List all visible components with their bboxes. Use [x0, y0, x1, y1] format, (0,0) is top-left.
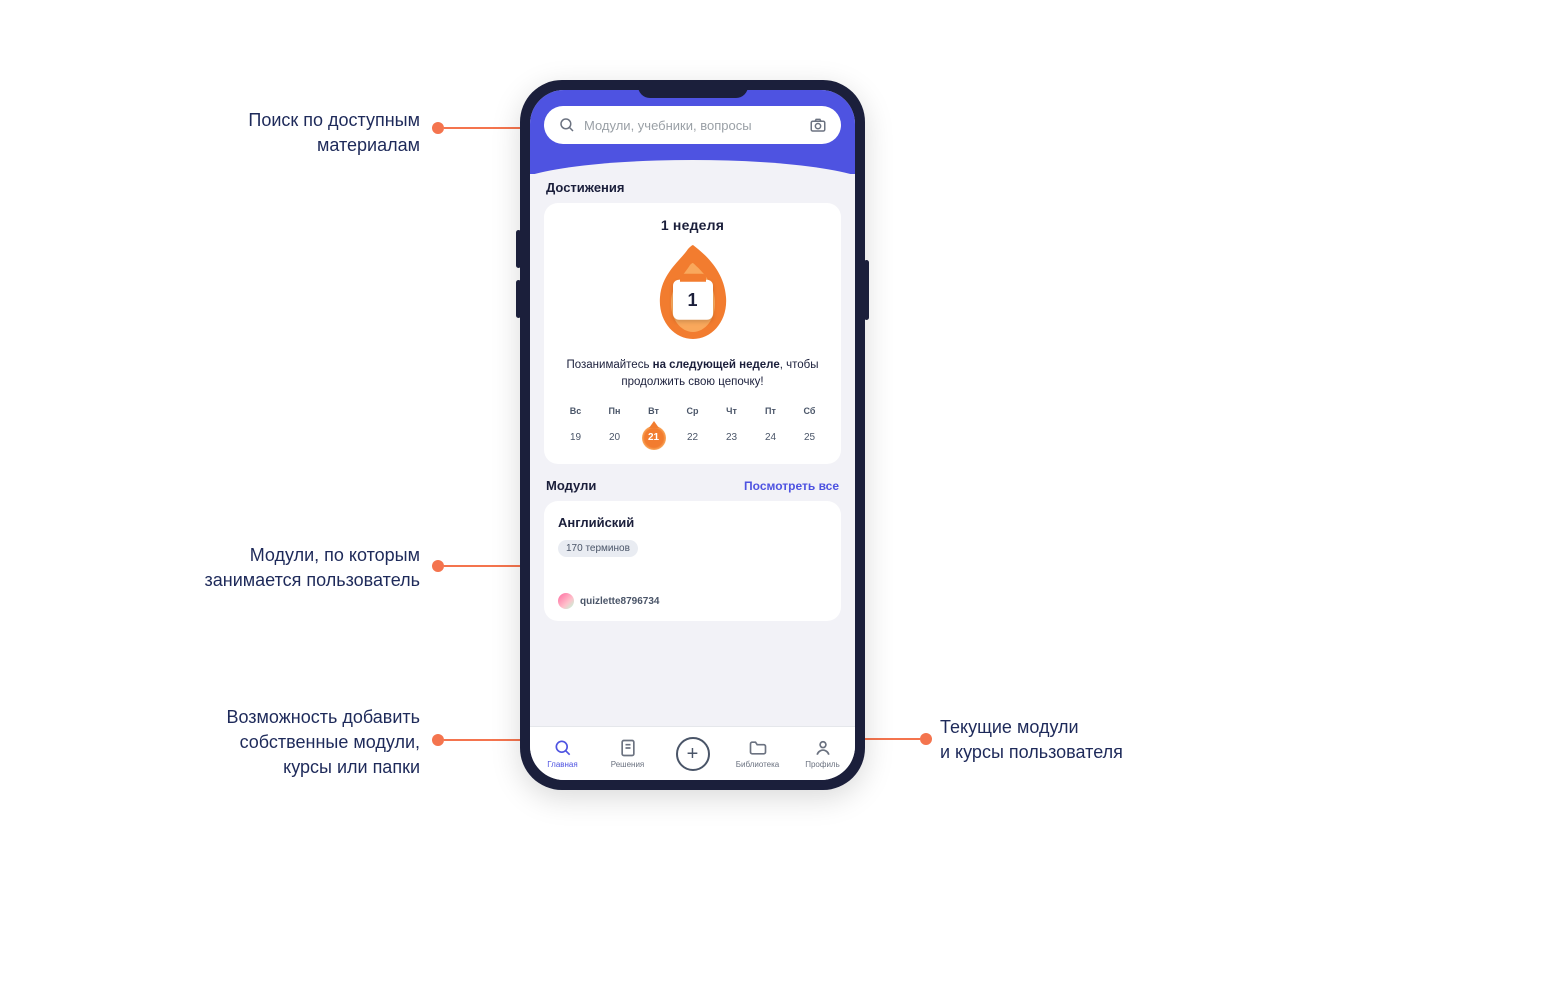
annotation-add: Возможность добавитьсобственные модули,к… — [140, 705, 420, 781]
achievements-week-title: 1 неделя — [556, 217, 829, 233]
annotation-dot — [432, 560, 444, 572]
day-of-week: Сб — [790, 406, 829, 416]
view-all-link[interactable]: Посмотреть все — [744, 479, 839, 493]
camera-icon[interactable] — [809, 116, 827, 134]
annotation-dot — [432, 122, 444, 134]
search-placeholder: Модули, учебники, вопросы — [584, 118, 801, 133]
day-number[interactable]: 22 — [681, 426, 705, 450]
day-of-week: Чт — [712, 406, 751, 416]
achievements-text: Позанимайтесь на следующей неделе, чтобы… — [556, 357, 829, 390]
module-card[interactable]: Английский 170 терминов quizlette8796734 — [544, 501, 841, 621]
day-number[interactable]: 19 — [564, 426, 588, 450]
content-area[interactable]: Достижения 1 неделя 1 Позанимай — [530, 174, 855, 780]
annotation-dot — [920, 733, 932, 745]
day-of-week: Пт — [751, 406, 790, 416]
module-terms-badge: 170 терминов — [558, 540, 638, 557]
day-number[interactable]: 20 — [603, 426, 627, 450]
week-row: Вс Пн Вт Ср Чт Пт Сб 19 20 21 22 23 24 2… — [556, 406, 829, 450]
day-of-week: Ср — [673, 406, 712, 416]
module-author-name: quizlette8796734 — [580, 596, 660, 607]
day-of-week: Вс — [556, 406, 595, 416]
module-author[interactable]: quizlette8796734 — [558, 593, 827, 609]
day-number[interactable]: 24 — [759, 426, 783, 450]
streak-flame: 1 — [556, 243, 829, 343]
achievements-card[interactable]: 1 неделя 1 Позанимайтесь на следующей не… — [544, 203, 841, 464]
day-of-week: Вт — [634, 406, 673, 416]
day-of-week: Пн — [595, 406, 634, 416]
day-number-active[interactable]: 21 — [642, 426, 666, 450]
volume-button — [516, 280, 521, 318]
annotation-line — [444, 127, 532, 129]
achievements-heading: Достижения — [546, 180, 839, 195]
day-number[interactable]: 23 — [720, 426, 744, 450]
annotation-line — [444, 565, 532, 567]
annotation-dot — [432, 734, 444, 746]
module-title: Английский — [558, 515, 827, 530]
streak-number: 1 — [673, 280, 713, 320]
search-icon — [558, 116, 576, 134]
phone-frame: Модули, учебники, вопросы Достижения 1 н… — [520, 80, 865, 790]
app-header: Модули, учебники, вопросы — [530, 90, 855, 174]
annotation-modules: Модули, по которымзанимается пользовател… — [140, 543, 420, 593]
annotation-library: Текущие модулии курсы пользователя — [940, 715, 1240, 765]
day-number[interactable]: 25 — [798, 426, 822, 450]
phone-screen: Модули, учебники, вопросы Достижения 1 н… — [530, 90, 855, 780]
annotation-search: Поиск по доступнымматериалам — [140, 108, 420, 158]
volume-button — [516, 230, 521, 268]
modules-heading: Модули — [546, 478, 596, 493]
power-button — [864, 260, 869, 320]
search-bar[interactable]: Модули, учебники, вопросы — [544, 106, 841, 144]
avatar — [558, 593, 574, 609]
